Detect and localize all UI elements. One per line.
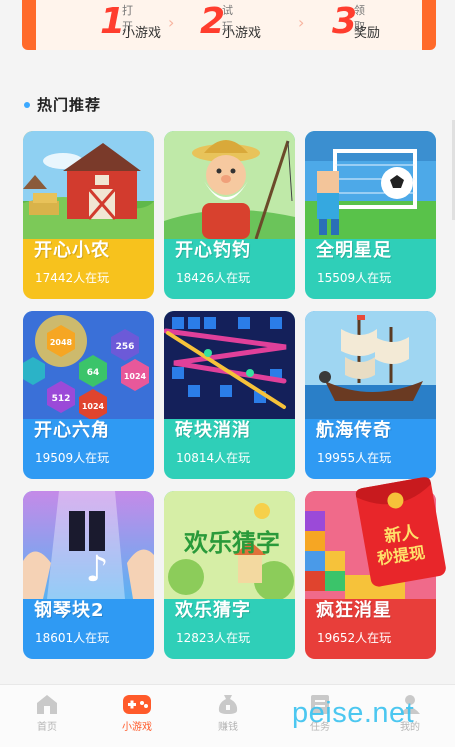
game-name: 全明星足 xyxy=(316,240,392,261)
step-label: 奖励 xyxy=(354,26,381,41)
hex-label: 2048 xyxy=(50,338,73,347)
game-card-all-star-soccer[interactable]: 全明星足 15509人在玩 xyxy=(305,131,436,299)
steps-banner: 1 打开 小游戏 › 2 试玩 小游戏 › 3 领取 奖励 xyxy=(22,0,436,50)
game-name: 疯狂消星 xyxy=(316,600,392,621)
nav-home[interactable]: 首页 xyxy=(2,689,92,745)
soccer-art xyxy=(305,131,436,239)
money-bag-icon xyxy=(218,695,238,714)
pirate-ship-art xyxy=(305,311,436,419)
nav-mini-games[interactable]: 小游戏 xyxy=(92,689,182,745)
hex-label: 64 xyxy=(87,368,100,378)
fisherman-art xyxy=(164,131,295,239)
nav-label: 赚钱 xyxy=(218,722,238,733)
player-count: 18601人在玩 xyxy=(35,631,110,645)
piano-tiles-art: ♪ xyxy=(23,491,154,599)
section-title-text: 热门推荐 xyxy=(37,96,102,114)
player-count: 12823人在玩 xyxy=(176,631,251,645)
banner-left-edge xyxy=(22,0,36,50)
nav-label: 首页 xyxy=(37,722,57,733)
player-count: 19955人在玩 xyxy=(317,451,392,465)
game-card-happy-hexagon[interactable]: 2048 256 64 1024 512 1024 开心六角 19509人在玩 xyxy=(23,311,154,479)
section-dot-icon xyxy=(24,101,30,108)
game-card-piano-tiles-2[interactable]: ♪ 钢琴块2 18601人在玩 xyxy=(23,491,154,659)
art-title-text: 欢乐猜字 xyxy=(183,529,280,557)
brick-breaker-art xyxy=(164,311,295,419)
hex-label: 1024 xyxy=(82,402,105,411)
game-card-guess-word[interactable]: 欢乐猜字 欢乐猜字 12823人在玩 xyxy=(164,491,295,659)
watermark: peise.net xyxy=(292,697,415,729)
svg-text:♪: ♪ xyxy=(86,549,109,590)
nav-earn[interactable]: 赚钱 xyxy=(183,689,273,745)
game-name: 欢乐猜字 xyxy=(175,600,251,621)
hex-label: 256 xyxy=(116,342,135,352)
player-count: 19652人在玩 xyxy=(317,631,392,645)
hex-label: 1024 xyxy=(124,372,147,381)
guess-word-art: 欢乐猜字 xyxy=(164,491,295,599)
section-title: 热门推荐 xyxy=(24,94,101,115)
game-name: 航海传奇 xyxy=(316,420,392,441)
game-name: 开心钓钓 xyxy=(175,240,251,261)
banner-right-edge xyxy=(422,0,436,50)
game-card-brick-break[interactable]: 砖块消消 10814人在玩 xyxy=(164,311,295,479)
game-card-happy-farm[interactable]: 开心小农 17442人在玩 xyxy=(23,131,154,299)
game-name: 开心六角 xyxy=(34,420,110,441)
game-card-sailing-legend[interactable]: 航海传奇 19955人在玩 xyxy=(305,311,436,479)
player-count: 17442人在玩 xyxy=(35,271,110,285)
player-count: 10814人在玩 xyxy=(176,451,251,465)
nav-label: 小游戏 xyxy=(122,722,152,733)
game-name: 开心小农 xyxy=(34,240,110,261)
player-count: 19509人在玩 xyxy=(35,451,110,465)
hexagon-art: 2048 256 64 1024 512 1024 xyxy=(23,311,154,419)
player-count: 18426人在玩 xyxy=(176,271,251,285)
chevron-right-icon: › xyxy=(298,13,305,32)
chevron-right-icon: › xyxy=(168,13,175,32)
game-name: 钢琴块2 xyxy=(34,600,105,621)
hex-label: 512 xyxy=(52,394,71,404)
game-card-happy-fishing[interactable]: 开心钓钓 18426人在玩 xyxy=(164,131,295,299)
home-icon xyxy=(37,695,57,714)
player-count: 15509人在玩 xyxy=(317,271,392,285)
farm-barn-art xyxy=(23,131,154,239)
red-packet-popup[interactable]: 新人 秒提现 xyxy=(355,476,447,588)
gamepad-icon xyxy=(123,695,151,714)
step-label: 小游戏 xyxy=(122,26,162,41)
game-name: 砖块消消 xyxy=(175,420,251,441)
step-label: 小游戏 xyxy=(222,26,262,41)
